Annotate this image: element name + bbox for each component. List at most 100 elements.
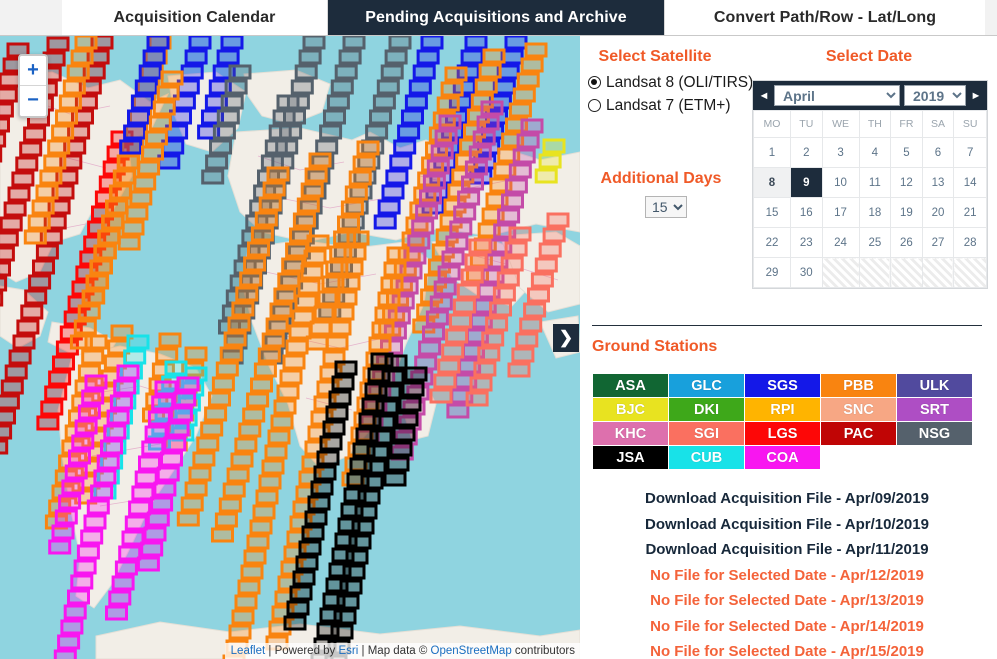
calendar-day-25[interactable]: 25 bbox=[858, 227, 892, 258]
download-acquisition-file-link-1[interactable]: Download Acquisition File - Apr/10/2019 bbox=[592, 512, 982, 538]
calendar-day-30[interactable]: 30 bbox=[790, 257, 823, 288]
calendar-month-select[interactable]: JanuaryFebruaryMarchAprilMayJuneJulyAugu… bbox=[774, 85, 900, 106]
calendar-day-28[interactable]: 28 bbox=[953, 227, 987, 258]
calendar-week-row: 29 30 bbox=[753, 257, 987, 288]
calendar-day-10[interactable]: 10 bbox=[821, 167, 860, 198]
calendar-day-22[interactable]: 22 bbox=[753, 227, 791, 258]
select-date-heading: Select Date bbox=[825, 48, 913, 65]
zoom-in-icon[interactable]: + bbox=[20, 56, 46, 86]
calendar-week-row: 1234567 bbox=[753, 137, 987, 168]
tab-pending-acquisitions-and-archive[interactable]: Pending Acquisitions and Archive bbox=[328, 0, 665, 35]
radio-landsat-8-label: Landsat 8 (OLI/TIRS) bbox=[606, 74, 754, 91]
ground-stations-legend[interactable]: ASA GLC SGS PBB ULK BJC DKI RPI SNC SRT KHC SGI LGS P… bbox=[593, 374, 972, 469]
additional-days-heading: Additional Days bbox=[600, 170, 722, 187]
calendar-day-12[interactable]: 12 bbox=[890, 167, 923, 198]
ground-station-pbb[interactable]: PBB bbox=[821, 374, 896, 397]
select-satellite-heading: Select Satellite bbox=[598, 48, 712, 65]
calendar-day-7[interactable]: 7 bbox=[953, 137, 987, 168]
no-file-notice-4: No File for Selected Date - Apr/13/2019 bbox=[650, 592, 924, 609]
app-root: Acquisition Calendar Pending Acquisition… bbox=[0, 0, 997, 659]
calendar-year-select[interactable]: 2017201820192020 bbox=[904, 85, 966, 106]
calendar-day-17[interactable]: 17 bbox=[821, 197, 860, 228]
calendar-day-3[interactable]: 3 bbox=[821, 137, 860, 168]
calendar-day-23[interactable]: 23 bbox=[790, 227, 823, 258]
leaflet-link[interactable]: Leaflet bbox=[231, 645, 266, 657]
calendar-day-9[interactable]: 9 bbox=[790, 167, 823, 198]
ground-station-sgs[interactable]: SGS bbox=[745, 374, 820, 397]
additional-days-field[interactable]: 0151015202530 bbox=[645, 196, 687, 218]
calendar-week-row: 22 23 24 25 26 27 28 bbox=[753, 227, 987, 258]
ground-station-coa[interactable]: COA bbox=[745, 446, 820, 469]
main-tab-bar: Acquisition Calendar Pending Acquisition… bbox=[0, 0, 997, 36]
ground-station-dki[interactable]: DKI bbox=[669, 398, 744, 421]
calendar-day-15[interactable]: 15 bbox=[753, 197, 791, 228]
calendar-day-26[interactable]: 26 bbox=[890, 227, 923, 258]
calendar-day-empty bbox=[821, 257, 860, 288]
calendar-day-empty bbox=[953, 257, 987, 288]
ground-station-nsg[interactable]: NSG bbox=[897, 422, 972, 445]
calendar-day-8[interactable]: 8 bbox=[753, 167, 791, 198]
calendar-day-1[interactable]: 1 bbox=[753, 137, 791, 168]
calendar-day-13[interactable]: 13 bbox=[921, 167, 955, 198]
calendar-day-14[interactable]: 14 bbox=[953, 167, 987, 198]
ground-station-jsa[interactable]: JSA bbox=[593, 446, 668, 469]
ground-station-rpi[interactable]: RPI bbox=[745, 398, 820, 421]
esri-link[interactable]: Esri bbox=[339, 645, 359, 657]
tab-convert-path-row-lat-long[interactable]: Convert Path/Row - Lat/Long bbox=[665, 0, 985, 35]
ground-station-lgs[interactable]: LGS bbox=[745, 422, 820, 445]
radio-option-landsat-8[interactable]: Landsat 8 (OLI/TIRS) bbox=[588, 72, 758, 93]
calendar-day-18[interactable]: 18 bbox=[858, 197, 892, 228]
attribution-powered-by: Powered by bbox=[274, 645, 339, 657]
calendar-prev-month-icon[interactable]: ◄ bbox=[758, 90, 770, 102]
calendar-day-20[interactable]: 20 bbox=[921, 197, 955, 228]
download-acquisition-file-link-2[interactable]: Download Acquisition File - Apr/11/2019 bbox=[592, 537, 982, 563]
calendar-day-16[interactable]: 16 bbox=[790, 197, 823, 228]
calendar-weekday-row: MO TU WE TH FR SA SU bbox=[753, 110, 987, 138]
ground-station-ulk[interactable]: ULK bbox=[897, 374, 972, 397]
calendar-next-month-icon[interactable]: ► bbox=[970, 90, 982, 102]
map-zoom-controls[interactable]: + − bbox=[18, 54, 48, 118]
calendar-week-row: 8 9 10 11 12 13 14 bbox=[753, 167, 987, 198]
ground-station-khc[interactable]: KHC bbox=[593, 422, 668, 445]
radio-landsat-7-icon[interactable] bbox=[588, 99, 601, 112]
calendar-day-11[interactable]: 11 bbox=[858, 167, 892, 198]
chevron-right-icon[interactable]: ❯ bbox=[553, 324, 579, 352]
satellite-radio-group[interactable]: Landsat 8 (OLI/TIRS) Landsat 7 (ETM+) bbox=[588, 72, 758, 116]
no-file-notice-3: No File for Selected Date - Apr/12/2019 bbox=[650, 566, 924, 584]
calendar-day-21[interactable]: 21 bbox=[953, 197, 987, 228]
calendar-day-24[interactable]: 24 bbox=[821, 227, 860, 258]
calendar-day-29[interactable]: 29 bbox=[753, 257, 791, 288]
additional-days-select[interactable]: 0151015202530 bbox=[645, 196, 687, 218]
openstreetmap-link[interactable]: OpenStreetMap bbox=[431, 645, 512, 657]
calendar-day-4[interactable]: 4 bbox=[858, 137, 892, 168]
tab-acquisition-calendar[interactable]: Acquisition Calendar bbox=[62, 0, 328, 35]
download-acquisition-file-link-0[interactable]: Download Acquisition File - Apr/09/2019 bbox=[592, 486, 982, 512]
calendar-day-19[interactable]: 19 bbox=[890, 197, 923, 228]
zoom-out-icon[interactable]: − bbox=[20, 86, 46, 116]
calendar-weekday-we: WE bbox=[821, 110, 860, 138]
attribution-contributors: contributors bbox=[511, 645, 575, 657]
radio-landsat-8-icon[interactable] bbox=[588, 76, 601, 89]
calendar-day-27[interactable]: 27 bbox=[921, 227, 955, 258]
ground-station-asa[interactable]: ASA bbox=[593, 374, 668, 397]
calendar-day-rows[interactable]: 1 2 3 4 5 6 7 8 9 10 11 12 13 14 15 16 17 18 19 20 21 22 23 24 2… bbox=[753, 137, 987, 288]
ground-station-snc[interactable]: SNC bbox=[821, 398, 896, 421]
calendar-grid[interactable]: MO TU WE TH FR SA SU 1 2 3 4 5 6 7 8 9 10 11 12 13 14 15 16 17… bbox=[753, 110, 987, 288]
calendar-weekday-su: SU bbox=[953, 110, 987, 138]
calendar-header: ◄ JanuaryFebruaryMarchAprilMayJuneJulyAu… bbox=[753, 81, 987, 110]
ground-station-srt[interactable]: SRT bbox=[897, 398, 972, 421]
radio-option-landsat-7[interactable]: Landsat 7 (ETM+) bbox=[588, 95, 758, 116]
ground-station-glc[interactable]: GLC bbox=[669, 374, 744, 397]
calendar-day-6[interactable]: 6 bbox=[921, 137, 955, 168]
download-links-list[interactable]: Download Acquisition File - Apr/09/2019 D… bbox=[592, 486, 982, 659]
calendar-day-2[interactable]: 2 bbox=[790, 137, 823, 168]
ground-station-bjc[interactable]: BJC bbox=[593, 398, 668, 421]
ground-station-pac[interactable]: PAC bbox=[821, 422, 896, 445]
calendar-day-5[interactable]: 5 bbox=[890, 137, 923, 168]
date-picker-calendar[interactable]: ◄ JanuaryFebruaryMarchAprilMayJuneJulyAu… bbox=[752, 80, 988, 289]
attribution-sep-2: | bbox=[358, 645, 368, 657]
attribution-map-data: Map data © bbox=[367, 645, 431, 657]
ground-station-sgi[interactable]: SGI bbox=[669, 422, 744, 445]
leaflet-map[interactable]: + − ❯ Leaflet | Powered by Esri | Map da… bbox=[0, 36, 580, 659]
ground-station-cub[interactable]: CUB bbox=[669, 446, 744, 469]
